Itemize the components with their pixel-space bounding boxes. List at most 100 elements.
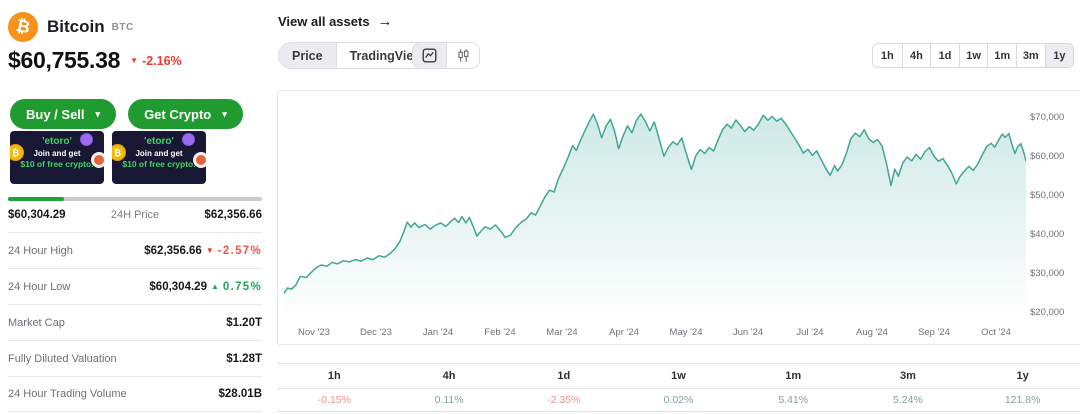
current-price: $60,755.38: [8, 47, 121, 73]
etoro-ad-banner[interactable]: 'etoro' Join and get $10 of free crypto.…: [10, 131, 104, 184]
24h-price-row: $60,304.29 24H Price $62,356.66: [8, 209, 262, 221]
view-all-assets-link[interactable]: View all assets →: [278, 13, 393, 30]
price-chart-card: $70,000 $60,000 $50,000 $40,000 $30,000 $20,0…: [277, 90, 1080, 345]
range-button-1y[interactable]: 1y: [1044, 44, 1074, 67]
chart-type-toggle: [412, 42, 480, 69]
range-button-1w[interactable]: 1w: [958, 44, 988, 67]
price-chart[interactable]: [284, 96, 1026, 319]
stat-label: 24 Hour Trading Volume: [8, 388, 127, 400]
performance-col-4h: 4h: [442, 370, 456, 382]
stat-value: $1.20T: [226, 316, 262, 329]
candlestick-icon: [457, 49, 468, 62]
ad-banners: 'etoro' Join and get $10 of free crypto.…: [10, 131, 206, 184]
range-button-1m[interactable]: 1m: [987, 44, 1016, 67]
performance-value-3m: 5.24%: [893, 394, 923, 406]
range-button-1h[interactable]: 1h: [873, 44, 902, 67]
triangle-up-icon: ▲: [210, 281, 219, 291]
purple-coin-icon: [182, 133, 195, 146]
performance-value-1d: -2.35%: [547, 394, 581, 406]
stat-row-fdv: Fully Diluted Valuation $1.28T: [8, 340, 262, 376]
candlestick-icon-button[interactable]: [446, 43, 479, 68]
x-axis-tick: Jun '24: [732, 327, 764, 338]
performance-table: 1h 4h 1d 1w 1m 3m 1y -0.15% 0.11% -2.35% 0.02% 5.4…: [277, 363, 1080, 412]
area-chart-icon: [422, 48, 437, 63]
x-axis-tick: Apr '24: [609, 327, 639, 338]
buy-sell-label: Buy / Sell: [26, 106, 85, 122]
x-axis-tick: Sep '24: [918, 327, 950, 338]
24h-range-bar: [8, 197, 262, 201]
price-row: $60,755.38 ▼ -2.16%: [8, 47, 182, 74]
x-axis-tick: May '24: [669, 327, 703, 338]
stats-list: 24 Hour High $62,356.66 ▼ -2.57% 24 Hour…: [8, 232, 262, 412]
x-axis-tick: Aug '24: [856, 327, 888, 338]
ad-text-line2: $10 of free crypto.: [20, 159, 94, 169]
y-axis-tick: $40,000: [1030, 229, 1065, 240]
x-axis-tick: Dec '23: [360, 327, 392, 338]
triangle-down-icon: ▼: [205, 245, 214, 255]
etoro-ad-banner[interactable]: 'etoro' Join and get $10 of free crypto.…: [112, 131, 206, 184]
ad-text-line2: $10 of free crypto.: [122, 159, 196, 169]
performance-col-1h: 1h: [327, 370, 341, 382]
price-change-pct: -2.16%: [142, 53, 182, 68]
stat-row-24h-high: 24 Hour High $62,356.66 ▼ -2.57%: [8, 232, 262, 268]
x-axis-tick: Jan '24: [422, 327, 454, 338]
x-axis-tick: Jul '24: [796, 327, 824, 338]
performance-col-1m: 1m: [785, 370, 802, 382]
stat-value: $1.28T: [226, 352, 262, 365]
range-group: 1h 4h 1d 1w 1m 3m 1y: [872, 43, 1075, 68]
performance-col-1d: 1d: [557, 370, 571, 382]
ad-text-line1: Join and get: [33, 149, 81, 158]
performance-header-row: 1h 4h 1d 1w 1m 3m 1y: [277, 363, 1080, 389]
stat-label: 24 Hour Low: [8, 280, 71, 293]
y-axis-tick: $50,000: [1030, 190, 1065, 201]
x-axis-tick: Nov '23: [298, 327, 330, 338]
buy-sell-button[interactable]: Buy / Sell ▾: [10, 99, 117, 129]
x-axis-tick: Mar '24: [546, 327, 578, 338]
coin-header: ₿ Bitcoin BTC: [8, 12, 134, 42]
range-button-1d[interactable]: 1d: [930, 44, 959, 67]
performance-values-row: -0.15% 0.11% -2.35% 0.02% 5.41% 5.24% 121.8%: [277, 389, 1080, 412]
performance-value-1m: 5.41%: [778, 394, 809, 406]
x-axis-tick: Oct '24: [981, 327, 1011, 338]
area-chart-icon-button[interactable]: [413, 43, 446, 68]
stat-row-market-cap: Market Cap $1.20T: [8, 304, 262, 340]
purple-coin-icon: [80, 133, 93, 146]
performance-value-4h: 0.11%: [434, 394, 464, 406]
triangle-down-icon: ▼: [130, 55, 139, 65]
performance-value-1w: 0.02%: [663, 394, 694, 406]
y-axis-tick: $20,000: [1030, 307, 1065, 318]
caret-down-icon: ▾: [222, 108, 227, 119]
tab-price[interactable]: Price: [279, 43, 336, 68]
stat-label: Fully Diluted Valuation: [8, 352, 117, 365]
stat-delta: -2.57%: [217, 244, 262, 257]
get-crypto-button[interactable]: Get Crypto ▾: [128, 99, 243, 129]
shiba-coin-icon: [193, 152, 206, 168]
stat-value: $62,356.66: [144, 244, 202, 257]
range-button-4h[interactable]: 4h: [901, 44, 931, 67]
performance-value-1y: 121.8%: [1004, 394, 1041, 406]
caret-down-icon: ▾: [95, 108, 101, 119]
stat-delta: 0.75%: [222, 280, 262, 293]
ad-text-line1: Join and get: [135, 149, 183, 158]
24h-range-fill: [8, 197, 64, 201]
arrow-right-icon: →: [377, 13, 393, 30]
performance-value-1h: -0.15%: [317, 394, 351, 406]
range-button-3m[interactable]: 3m: [1015, 44, 1045, 67]
24h-price-label: 24H Price: [110, 209, 160, 221]
performance-col-3m: 3m: [899, 370, 916, 382]
y-axis-tick: $70,000: [1030, 112, 1065, 123]
action-buttons: Buy / Sell ▾ Get Crypto ▾: [10, 99, 243, 129]
price-area: [284, 114, 1026, 319]
shiba-coin-icon: [91, 152, 104, 168]
get-crypto-label: Get Crypto: [144, 106, 212, 122]
stat-label: 24 Hour High: [8, 244, 73, 257]
coin-name: Bitcoin: [47, 17, 105, 36]
x-axis-tick: Feb '24: [484, 327, 516, 338]
stat-value: $60,304.29: [149, 280, 207, 293]
24h-low-value: $60,304.29: [8, 209, 66, 221]
stat-row-volume: 24 Hour Trading Volume $28.01B: [8, 376, 262, 412]
stat-value: $28.01B: [218, 388, 262, 400]
performance-col-1w: 1w: [671, 370, 686, 382]
bitcoin-logo-icon: ₿: [8, 12, 38, 42]
view-all-label: View all assets: [278, 14, 370, 29]
